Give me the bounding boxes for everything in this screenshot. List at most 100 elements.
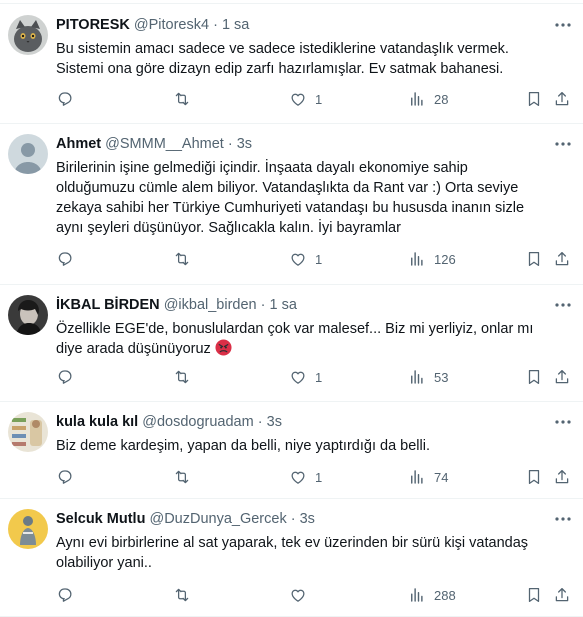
display-name[interactable]: Selcuk Mutlu (56, 511, 145, 527)
bookmark-button[interactable] (525, 467, 543, 487)
heart-icon (291, 253, 305, 266)
tweet-header: İKBAL BİRDEN @ikbal_birden · 1 sa (56, 295, 543, 315)
tweet-actions: 1 74 (56, 467, 583, 487)
avatar[interactable] (8, 295, 48, 335)
reply-icon (58, 252, 72, 266)
user-handle[interactable]: @DuzDunya_Gercek (149, 511, 286, 527)
tweet-header: Ahmet @SMMM__Ahmet · 3s (56, 134, 543, 154)
reply-tweet[interactable]: kula kula kıl @dosdogruadam · 3s Biz dem… (0, 402, 583, 499)
reply-icon (58, 470, 72, 484)
share-button[interactable] (553, 585, 571, 605)
tweet-text-line: Biz deme kardeşim, yapan da belli, niye … (56, 438, 430, 454)
reply-tweet[interactable]: Selcuk Mutlu @DuzDunya_Gercek · 3s Aynı … (0, 499, 583, 617)
share-icon (555, 469, 569, 484)
tweet-text-line: Sistemi ona göre dizayn edip zarfı hazır… (56, 61, 504, 77)
share-button[interactable] (553, 367, 571, 387)
user-handle[interactable]: @ikbal_birden (164, 297, 257, 313)
share-button[interactable] (553, 467, 571, 487)
bookmark-icon (528, 251, 540, 267)
display-name[interactable]: PITORESK (56, 17, 130, 33)
reply-button[interactable] (56, 89, 82, 109)
retweet-button[interactable] (173, 89, 199, 109)
bookmark-button[interactable] (525, 249, 543, 269)
tweet-actions: 1 53 (56, 367, 583, 387)
views-button[interactable]: 53 (408, 367, 448, 387)
retweet-button[interactable] (173, 367, 199, 387)
display-name[interactable]: kula kula kıl (56, 414, 138, 430)
timestamp[interactable]: 3s (300, 511, 315, 527)
heart-icon (291, 371, 305, 384)
view-count: 53 (434, 369, 449, 385)
reply-button[interactable] (56, 585, 82, 605)
tweet-header: PITORESK @Pitoresk4 · 1 sa (56, 15, 543, 35)
bookmark-button[interactable] (525, 585, 543, 605)
analytics-icon (411, 252, 423, 266)
reply-button[interactable] (56, 367, 82, 387)
share-icon (555, 369, 569, 384)
separator-dot: · (227, 136, 233, 152)
tweet-actions: 288 (56, 585, 583, 605)
reply-tweet[interactable]: İKBAL BİRDEN @ikbal_birden · 1 sa Özelli… (0, 285, 583, 402)
reply-button[interactable] (56, 467, 82, 487)
user-handle[interactable]: @SMMM__Ahmet (105, 136, 224, 152)
separator-dot: · (290, 511, 296, 527)
views-button[interactable]: 28 (408, 89, 448, 109)
share-icon (555, 91, 569, 106)
reply-icon (58, 370, 72, 384)
timestamp[interactable]: 1 sa (222, 17, 249, 33)
more-icon (555, 420, 571, 424)
user-handle[interactable]: @Pitoresk4 (134, 17, 209, 33)
more-options-button[interactable] (553, 414, 573, 430)
more-options-button[interactable] (553, 136, 573, 152)
tweet-text-line: zekaya sahibi her Türkiye Cumhuriyeti va… (56, 200, 525, 216)
share-button[interactable] (553, 89, 571, 109)
timestamp[interactable]: 1 sa (270, 297, 297, 313)
views-button[interactable]: 126 (408, 249, 456, 269)
user-handle[interactable]: @dosdogruadam (142, 414, 253, 430)
reply-button[interactable] (56, 249, 82, 269)
more-options-button[interactable] (553, 17, 573, 33)
reply-tweet[interactable]: Ahmet @SMMM__Ahmet · 3s Birilerinin işin… (0, 124, 583, 285)
share-icon (555, 251, 569, 266)
bookmark-icon (528, 369, 540, 385)
bookmark-button[interactable] (525, 367, 543, 387)
heart-icon (291, 589, 305, 602)
tweet-actions: 1 28 (56, 89, 583, 109)
timestamp[interactable]: 3s (267, 414, 282, 430)
bookmark-button[interactable] (525, 89, 543, 109)
tweet-text-line: diye arada düşünüyoruz (56, 339, 571, 359)
top-divider (0, 0, 583, 4)
retweet-button[interactable] (173, 467, 199, 487)
separator-dot: · (260, 297, 266, 313)
retweet-button[interactable] (173, 585, 199, 605)
avatar[interactable] (8, 412, 48, 452)
display-name[interactable]: İKBAL BİRDEN (56, 297, 160, 313)
share-button[interactable] (553, 249, 571, 269)
avatar[interactable] (8, 134, 48, 174)
more-options-button[interactable] (553, 297, 573, 313)
like-count: 1 (315, 91, 323, 107)
views-button[interactable]: 74 (408, 467, 448, 487)
retweet-button[interactable] (173, 249, 199, 269)
like-button[interactable]: 1 (289, 467, 322, 487)
view-count: 288 (434, 587, 456, 603)
bookmark-icon (528, 91, 540, 107)
like-button[interactable]: 1 (289, 249, 322, 269)
views-button[interactable]: 288 (408, 585, 456, 605)
display-name[interactable]: Ahmet (56, 136, 101, 152)
tweet-text-line: olduğumuzu cümle alem biliyor. Vatandaşl… (56, 180, 519, 196)
like-button[interactable]: 1 (289, 89, 322, 109)
like-button[interactable] (289, 585, 315, 605)
reply-tweet[interactable]: PITORESK @Pitoresk4 · 1 sa Bu sistemin a… (0, 5, 583, 124)
timestamp[interactable]: 3s (237, 136, 252, 152)
avatar[interactable] (8, 509, 48, 549)
more-options-button[interactable] (553, 511, 573, 527)
tweet-text-line: aynı şeyleri düşünüyor. Sağlıcakla kalın… (56, 220, 401, 236)
retweet-icon (175, 588, 189, 602)
tweet-text: Aynı evi birbirlerine al sat yaparak, te… (56, 533, 571, 573)
avatar[interactable] (8, 15, 48, 55)
like-button[interactable]: 1 (289, 367, 322, 387)
tweet-text-line: Birilerinin işine gelmediği içindir. İnş… (56, 160, 468, 176)
heart-icon (291, 93, 305, 106)
more-icon (555, 303, 571, 307)
